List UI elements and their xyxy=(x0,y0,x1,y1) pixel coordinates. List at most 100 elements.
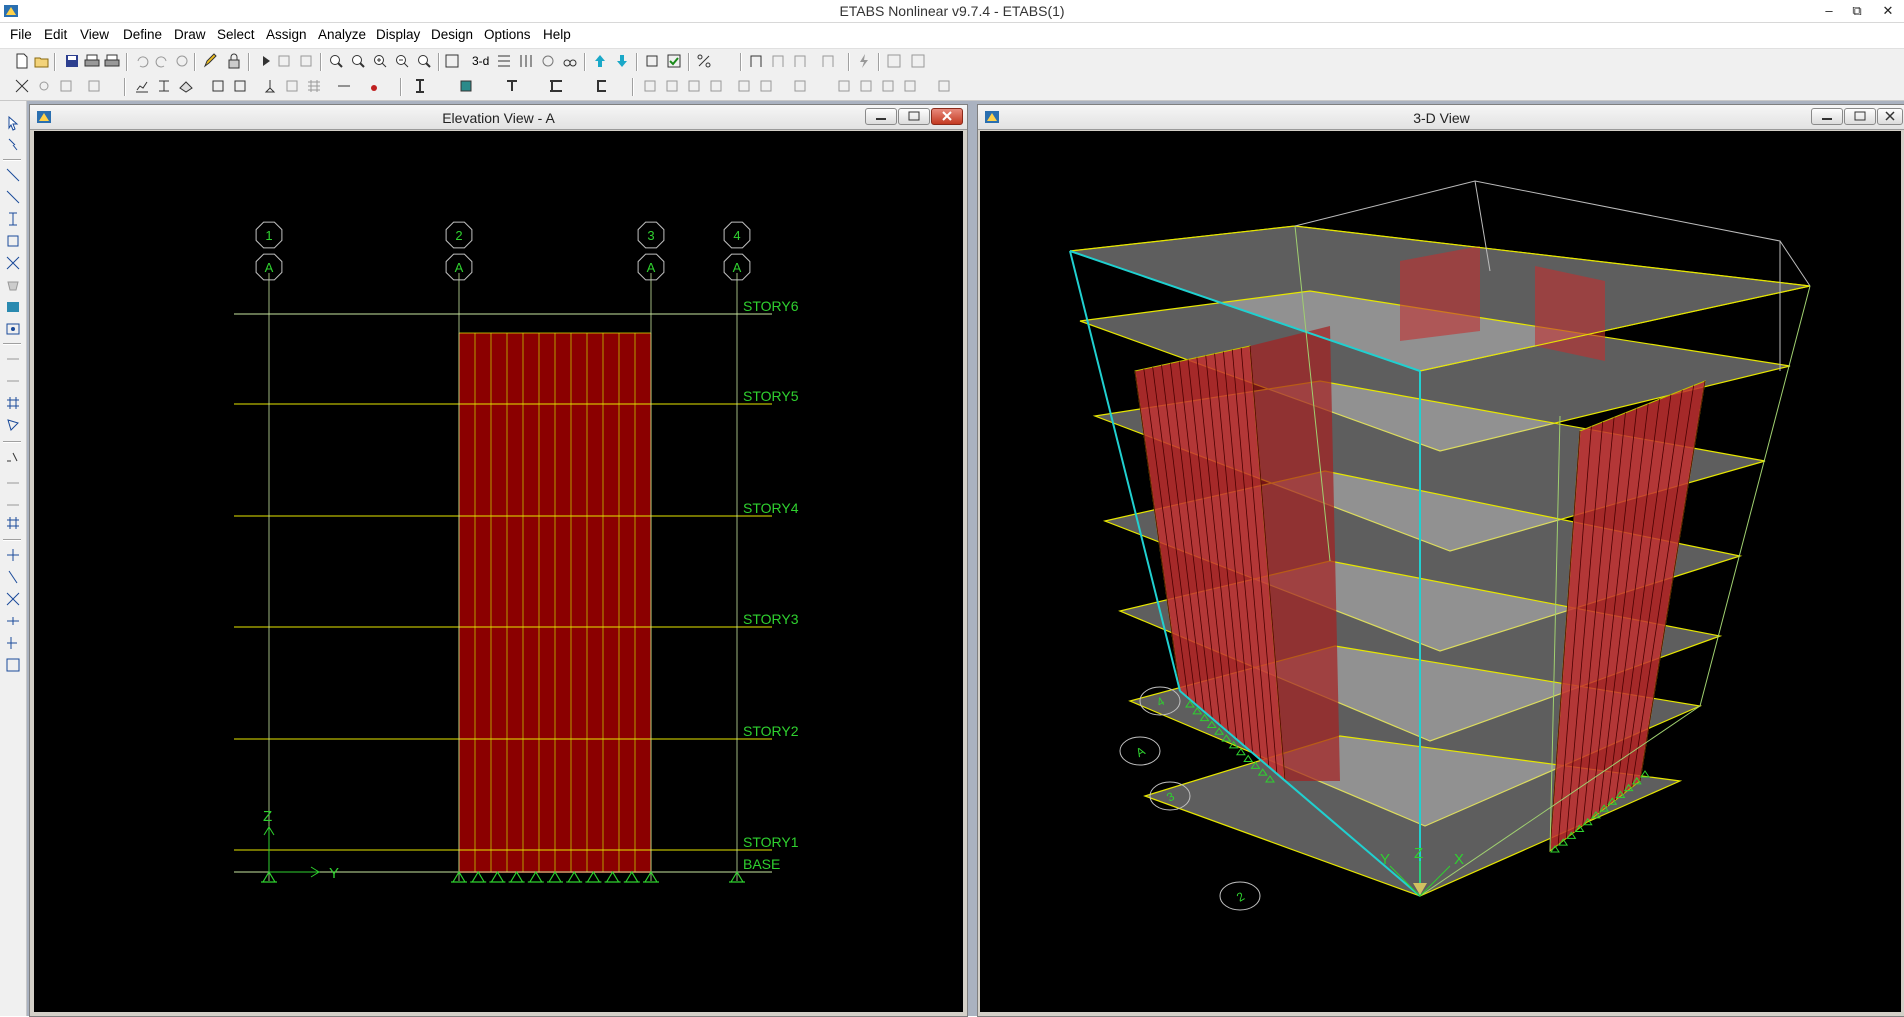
snap-intersections-icon[interactable] xyxy=(5,591,21,607)
menu-assign[interactable]: Assign xyxy=(266,27,307,42)
draw-area-icon[interactable] xyxy=(458,78,474,94)
menu-file[interactable]: File xyxy=(10,27,32,42)
frame-icon[interactable] xyxy=(748,53,764,69)
select-previous-icon[interactable] xyxy=(5,471,21,487)
view3d-window-titlebar[interactable]: 3-D View xyxy=(978,105,1904,130)
snap-to-ends-icon[interactable] xyxy=(5,569,21,585)
object-shrink-icon[interactable] xyxy=(644,53,660,69)
pencil-icon[interactable] xyxy=(202,53,218,69)
draw-beam-region-icon[interactable] xyxy=(5,233,21,249)
draw-brace-region-icon[interactable] xyxy=(5,255,21,271)
draw-line-icon[interactable] xyxy=(5,167,21,183)
draw-area-click-icon[interactable] xyxy=(5,321,21,337)
plan-view-icon[interactable] xyxy=(496,53,512,69)
menu-help[interactable]: Help xyxy=(543,27,571,42)
draw-wall-region-icon[interactable] xyxy=(5,373,21,389)
zoom-in-icon[interactable] xyxy=(372,53,388,69)
draw-frame-icon[interactable] xyxy=(412,78,428,94)
frame4-icon[interactable] xyxy=(820,53,836,69)
draw-wall-line-icon[interactable] xyxy=(5,351,21,367)
assign2-icon[interactable] xyxy=(664,78,680,94)
select-all-icon[interactable] xyxy=(5,449,21,465)
lightning-icon[interactable] xyxy=(856,53,872,69)
assign6-icon[interactable] xyxy=(758,78,774,94)
analysis-options-icon[interactable] xyxy=(276,53,292,69)
snap-end-icon[interactable] xyxy=(58,78,74,94)
assign-icon[interactable] xyxy=(642,78,658,94)
save-icon[interactable] xyxy=(64,53,80,69)
percent-icon[interactable] xyxy=(696,53,712,69)
view3d-close-button[interactable] xyxy=(1877,108,1903,125)
menu-display[interactable]: Display xyxy=(376,27,420,42)
frame-section-icon[interactable] xyxy=(156,78,172,94)
draw-area-region-icon[interactable] xyxy=(5,277,21,293)
print-tables-icon[interactable] xyxy=(104,53,120,69)
elevation-canvas[interactable]: STORY6 STORY5 STORY4 STORY3 STORY2 STORY1 BASE… xyxy=(34,131,963,1012)
design2-icon[interactable] xyxy=(910,53,926,69)
lock-model-icon[interactable] xyxy=(298,53,314,69)
draw-rect-area-icon[interactable] xyxy=(5,299,21,315)
draw-line2-icon[interactable] xyxy=(5,189,21,205)
assign7-icon[interactable] xyxy=(792,78,808,94)
clear-selection-icon[interactable] xyxy=(5,493,21,509)
select-pointer-icon[interactable] xyxy=(5,115,21,131)
snap-to-points-icon[interactable] xyxy=(5,547,21,563)
elevation-view-icon[interactable] xyxy=(518,53,534,69)
menu-select[interactable]: Select xyxy=(217,27,255,42)
set-display-options-icon[interactable] xyxy=(666,53,682,69)
load-combo-icon[interactable] xyxy=(232,78,248,94)
snap-perpendicular-icon[interactable] xyxy=(5,613,21,629)
view3d-maximize-button[interactable] xyxy=(1844,108,1876,125)
snap-options-icon[interactable] xyxy=(86,78,102,94)
select-grid-icon[interactable] xyxy=(5,515,21,531)
print-graphics-icon[interactable] xyxy=(84,53,100,69)
menu-options[interactable]: Options xyxy=(484,27,531,42)
menu-analyze[interactable]: Analyze xyxy=(318,27,366,42)
move-down-icon[interactable] xyxy=(614,53,630,69)
open-icon[interactable] xyxy=(34,53,50,69)
refresh-window-icon[interactable] xyxy=(174,53,190,69)
perspective-toggle-icon[interactable] xyxy=(562,53,578,69)
redo-icon[interactable] xyxy=(154,53,170,69)
zoom-window-icon[interactable] xyxy=(328,53,344,69)
draw-wall-icon[interactable] xyxy=(594,78,610,94)
elevation-close-button[interactable] xyxy=(931,108,963,125)
new-model-icon[interactable] xyxy=(14,53,30,69)
menu-define[interactable]: Define xyxy=(123,27,162,42)
frame3-icon[interactable] xyxy=(792,53,808,69)
dimension-icon[interactable] xyxy=(336,78,352,94)
undo-icon[interactable] xyxy=(134,53,150,69)
view-3d-button[interactable]: 3-d xyxy=(472,53,492,69)
assign8-icon[interactable] xyxy=(836,78,852,94)
area-section-icon[interactable] xyxy=(178,78,194,94)
assign11-icon[interactable] xyxy=(902,78,918,94)
support-icon[interactable] xyxy=(262,78,278,94)
assign5-icon[interactable] xyxy=(736,78,752,94)
load-case-icon[interactable] xyxy=(210,78,226,94)
zoom-restore-icon[interactable] xyxy=(350,53,366,69)
move-up-icon[interactable] xyxy=(592,53,608,69)
elevation-minimize-button[interactable] xyxy=(865,108,897,125)
run-analysis-icon[interactable] xyxy=(258,53,274,69)
reshape-icon[interactable] xyxy=(5,137,21,153)
view3d-canvas[interactable]: 4A32 Z Y X xyxy=(980,131,1901,1012)
draw-grid-icon[interactable] xyxy=(5,395,21,411)
pointer-cross-icon[interactable] xyxy=(14,78,30,94)
frame2-icon[interactable] xyxy=(770,53,786,69)
minimize-button[interactable]: – xyxy=(1817,2,1841,20)
elevation-window-titlebar[interactable]: Elevation View - A xyxy=(30,105,967,130)
lock-icon[interactable] xyxy=(226,53,242,69)
assign3-icon[interactable] xyxy=(686,78,702,94)
draw-beam-icon[interactable] xyxy=(504,78,520,94)
assign12-icon[interactable] xyxy=(936,78,952,94)
pan-icon[interactable] xyxy=(416,53,432,69)
assign10-icon[interactable] xyxy=(880,78,896,94)
assign4-icon[interactable] xyxy=(708,78,724,94)
restore-button[interactable]: ⧉ xyxy=(1845,2,1869,20)
display-options-icon[interactable] xyxy=(368,78,384,94)
mesh-icon[interactable] xyxy=(306,78,322,94)
draw-column-icon[interactable] xyxy=(5,211,21,227)
view3d-minimize-button[interactable] xyxy=(1811,108,1843,125)
snap-point-icon[interactable] xyxy=(36,78,52,94)
snap-fine-grid-icon[interactable] xyxy=(5,657,21,673)
